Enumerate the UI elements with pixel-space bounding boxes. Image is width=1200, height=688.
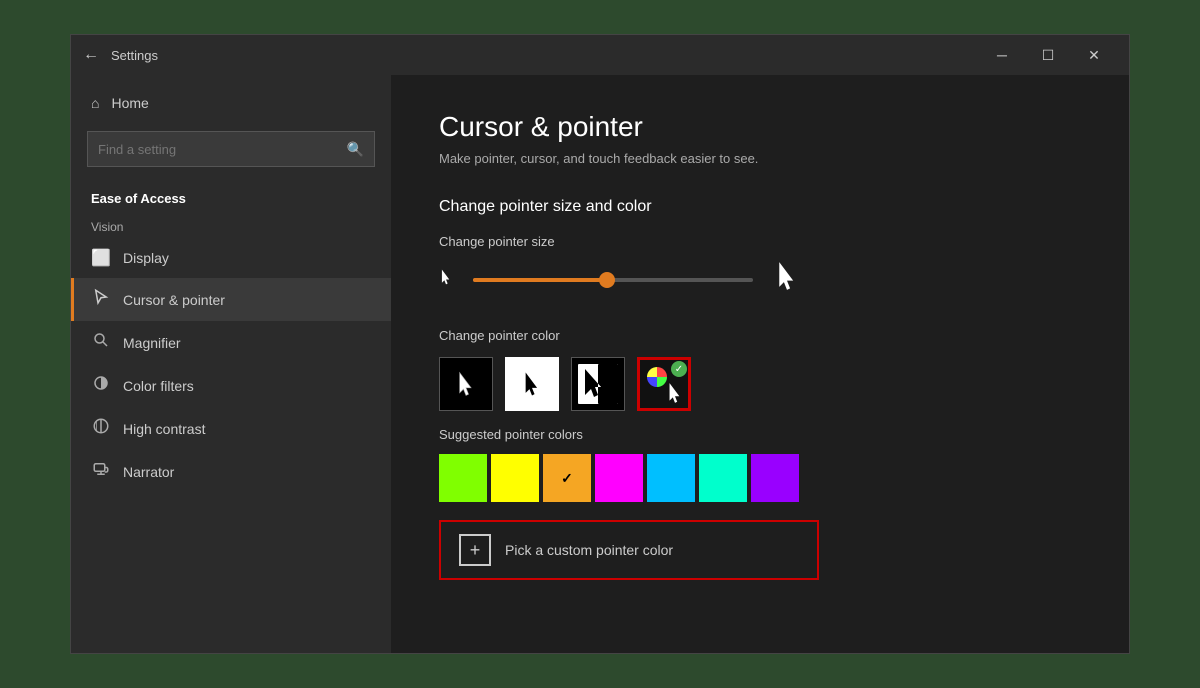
sidebar-label-high-contrast: High contrast bbox=[123, 421, 205, 437]
swatch-magenta[interactable] bbox=[595, 454, 643, 502]
sidebar-home[interactable]: ⌂ Home bbox=[71, 85, 391, 121]
sidebar-label-magnifier: Magnifier bbox=[123, 335, 181, 351]
window-controls: ─ ☐ ✕ bbox=[979, 35, 1117, 75]
sidebar-item-narrator[interactable]: Narrator bbox=[71, 450, 391, 493]
main-content: Cursor & pointer Make pointer, cursor, a… bbox=[391, 75, 1129, 653]
home-icon: ⌂ bbox=[91, 95, 99, 111]
narrator-icon bbox=[91, 460, 111, 483]
swatch-green[interactable] bbox=[439, 454, 487, 502]
pointer-size-label: Change pointer size bbox=[439, 234, 1081, 249]
sidebar-label-narrator: Narrator bbox=[123, 464, 174, 480]
swatch-check: ✓ bbox=[561, 470, 573, 487]
search-box[interactable]: 🔍 bbox=[87, 131, 375, 167]
black-cursor-option[interactable] bbox=[505, 357, 559, 411]
slider-thumb[interactable] bbox=[599, 272, 615, 288]
sidebar-item-cursor-pointer[interactable]: Cursor & pointer bbox=[71, 278, 391, 321]
plus-icon: + bbox=[459, 534, 491, 566]
settings-window: ← Settings ─ ☐ ✕ ⌂ Home 🔍 Ease of Access… bbox=[70, 34, 1130, 654]
sidebar-label-display: Display bbox=[123, 250, 169, 266]
titlebar: ← Settings ─ ☐ ✕ bbox=[71, 35, 1129, 75]
minimize-button[interactable]: ─ bbox=[979, 35, 1025, 75]
home-label: Home bbox=[111, 95, 148, 111]
swatch-blue[interactable] bbox=[647, 454, 695, 502]
suggested-label: Suggested pointer colors bbox=[439, 427, 1081, 442]
cursor-large-icon bbox=[773, 259, 801, 300]
custom-cursor-option[interactable]: ✓ bbox=[637, 357, 691, 411]
page-title: Cursor & pointer bbox=[439, 111, 1081, 143]
swatch-cyan[interactable] bbox=[699, 454, 747, 502]
sidebar-item-color-filters[interactable]: Color filters bbox=[71, 364, 391, 407]
pointer-size-slider[interactable] bbox=[473, 278, 753, 282]
high-contrast-icon bbox=[91, 417, 111, 440]
pointer-size-slider-row bbox=[439, 259, 1081, 300]
close-button[interactable]: ✕ bbox=[1071, 35, 1117, 75]
maximize-button[interactable]: ☐ bbox=[1025, 35, 1071, 75]
sidebar-item-display[interactable]: ⬜ Display bbox=[71, 238, 391, 278]
color-swatches: ✓ bbox=[439, 454, 1081, 502]
sidebar-section-label: Ease of Access bbox=[71, 177, 391, 214]
search-icon[interactable]: 🔍 bbox=[347, 141, 364, 158]
titlebar-title: Settings bbox=[111, 48, 979, 63]
color-filters-icon bbox=[91, 374, 111, 397]
back-button[interactable]: ← bbox=[83, 46, 99, 64]
swatch-orange[interactable]: ✓ bbox=[543, 454, 591, 502]
sidebar-vision-category: Vision bbox=[71, 214, 391, 238]
white-cursor-option[interactable] bbox=[439, 357, 493, 411]
search-input[interactable] bbox=[98, 142, 347, 157]
window-body: ⌂ Home 🔍 Ease of Access Vision ⬜ Display… bbox=[71, 75, 1129, 653]
custom-color-label: Pick a custom pointer color bbox=[505, 542, 673, 558]
section-title-change: Change pointer size and color bbox=[439, 198, 1081, 216]
swatch-yellow[interactable] bbox=[491, 454, 539, 502]
sidebar-item-high-contrast[interactable]: High contrast bbox=[71, 407, 391, 450]
sidebar-item-magnifier[interactable]: Magnifier bbox=[71, 321, 391, 364]
inverted-cursor-option[interactable] bbox=[571, 357, 625, 411]
pointer-color-label: Change pointer color bbox=[439, 328, 1081, 343]
custom-color-button[interactable]: + Pick a custom pointer color bbox=[439, 520, 819, 580]
display-icon: ⬜ bbox=[91, 248, 111, 268]
sidebar-label-cursor: Cursor & pointer bbox=[123, 292, 225, 308]
cursor-small-icon bbox=[439, 268, 453, 291]
sidebar-label-color-filters: Color filters bbox=[123, 378, 194, 394]
slider-fill bbox=[473, 278, 607, 282]
swatch-purple[interactable] bbox=[751, 454, 799, 502]
page-subtitle: Make pointer, cursor, and touch feedback… bbox=[439, 151, 1081, 166]
selected-badge: ✓ bbox=[671, 361, 687, 377]
color-options-row: ✓ bbox=[439, 357, 1081, 411]
cursor-icon bbox=[91, 288, 111, 311]
magnifier-icon bbox=[91, 331, 111, 354]
sidebar: ⌂ Home 🔍 Ease of Access Vision ⬜ Display… bbox=[71, 75, 391, 653]
